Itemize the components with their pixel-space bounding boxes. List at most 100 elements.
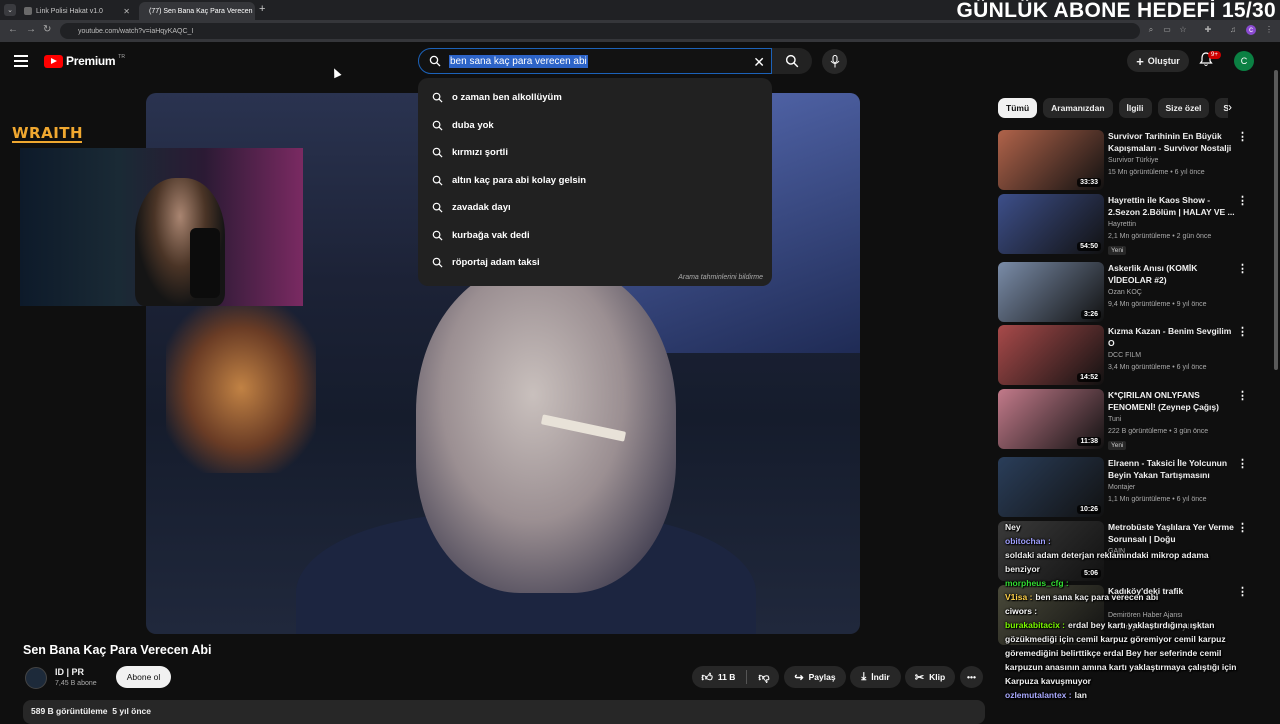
more-vertical-icon[interactable]: ⋮ xyxy=(1237,194,1248,207)
cast-icon[interactable]: ▭ xyxy=(1162,25,1172,35)
video-frame-face xyxy=(416,263,676,593)
recommendation-title[interactable]: K*ÇIRILAN ONLYFANS FENOMENİ! (Zeynep Çağ… xyxy=(1108,389,1236,413)
browser-tab-2[interactable]: (77) Sen Bana Kaç Para Verecen ✕ xyxy=(139,2,255,20)
suggestion-text: duba yok xyxy=(452,119,494,131)
suggestion-item[interactable]: röportaj adam taksi xyxy=(418,249,772,277)
chevron-right-icon[interactable]: › xyxy=(1228,100,1232,114)
recommendation-item[interactable]: 5:06 Metrobüste Yaşlılara Yer Verme Sorun… xyxy=(998,521,1258,581)
recommendation-title[interactable]: Kadıköy'deki trafik xyxy=(1108,585,1236,597)
back-icon[interactable]: ← xyxy=(8,24,18,35)
search-icon xyxy=(432,175,443,186)
recommendation-channel[interactable]: Survivor Türkiye xyxy=(1108,157,1158,164)
search-button[interactable] xyxy=(772,48,812,74)
avatar[interactable]: C xyxy=(1234,51,1254,71)
subscribe-button[interactable]: Abone ol xyxy=(116,666,171,688)
reload-icon[interactable]: ↻ xyxy=(43,24,51,35)
recommendation-item[interactable]: 14:52 Kızma Kazan - Benim Sevgilim O DCC F… xyxy=(998,325,1258,385)
suggestion-item[interactable]: zavadak dayı xyxy=(418,194,772,222)
kebab-menu-icon[interactable]: ⋮ xyxy=(1264,25,1274,35)
recommendation-channel[interactable]: Demirören Haber Ajansı xyxy=(1108,612,1183,619)
recommendation-item[interactable]: 33:33 Survivor Tarihinin En Büyük Kapışma… xyxy=(998,130,1258,190)
recommendation-title[interactable]: Survivor Tarihinin En Büyük Kapışmaları … xyxy=(1108,130,1236,154)
recommendation-item[interactable]: 3:26 Askerlik Anısı (KOMİK VİDEOLAR #2) Oz… xyxy=(998,262,1258,322)
like-button[interactable]: 👍︎ 11 B xyxy=(701,671,735,684)
chip-recent[interactable]: Son xyxy=(1215,98,1228,118)
video-thumbnail[interactable]: 11:38 xyxy=(998,389,1104,449)
bookmark-star-icon[interactable]: ☆ xyxy=(1178,25,1188,35)
more-vertical-icon[interactable]: ⋮ xyxy=(1237,521,1248,534)
channel-avatar[interactable] xyxy=(25,667,47,689)
video-thumbnail[interactable]: 10:26 xyxy=(998,457,1104,517)
recommendation-channel[interactable]: Hayrettin xyxy=(1108,221,1136,228)
create-button[interactable]: + Oluştur xyxy=(1127,50,1189,72)
recommendation-title[interactable]: Kızma Kazan - Benim Sevgilim O xyxy=(1108,325,1236,349)
chip-for-you[interactable]: Size özel xyxy=(1157,98,1210,118)
video-thumbnail[interactable]: 5:06 xyxy=(998,521,1104,581)
clip-button[interactable]: ✂ Klip xyxy=(905,666,955,688)
chip-from-search[interactable]: Aramanızdan xyxy=(1043,98,1113,118)
duration-badge: 3:26 xyxy=(1080,310,1101,319)
recommendation-item[interactable]: 54:50 Hayrettin ile Kaos Show - 2.Sezon 2… xyxy=(998,194,1258,255)
video-thumbnail[interactable] xyxy=(998,585,1104,645)
video-thumbnail[interactable]: 14:52 xyxy=(998,325,1104,385)
scrollbar-thumb[interactable] xyxy=(1274,70,1278,370)
recommendation-item[interactable]: 11:38 K*ÇIRILAN ONLYFANS FENOMENİ! (Zeyne… xyxy=(998,389,1258,450)
new-tab-button[interactable]: + xyxy=(259,3,265,15)
more-vertical-icon[interactable]: ⋮ xyxy=(1237,389,1248,402)
zoom-icon[interactable]: ⌕ xyxy=(1146,25,1156,35)
chip-all[interactable]: Tümü xyxy=(998,98,1038,118)
recommendation-channel[interactable]: Montajer xyxy=(1108,484,1135,491)
download-button[interactable]: ⤓ İndir xyxy=(850,666,901,688)
more-vertical-icon[interactable]: ⋮ xyxy=(1237,262,1248,275)
recommendation-title[interactable]: Metrobüste Yaşlılara Yer Verme Sorunsalı… xyxy=(1108,521,1236,545)
channel-name[interactable]: ID | PR xyxy=(55,667,84,677)
download-icon: ⤓ xyxy=(861,670,867,683)
extensions-icon[interactable]: ✚ xyxy=(1203,25,1213,35)
recommendation-channel[interactable]: Ozan KOÇ xyxy=(1108,289,1142,296)
profile-icon[interactable]: c xyxy=(1246,25,1256,35)
report-predictions-link[interactable]: Arama tahminlerini bildirme xyxy=(678,274,763,281)
suggestion-item[interactable]: altın kaç para abi kolay gelsin xyxy=(418,167,772,195)
suggestion-text: o zaman ben alkollüyüm xyxy=(452,92,562,104)
chip-related[interactable]: İlgili xyxy=(1118,98,1152,118)
more-vertical-icon[interactable]: ⋮ xyxy=(1237,325,1248,338)
search-icon xyxy=(432,230,443,241)
close-icon[interactable]: ✕ xyxy=(123,7,130,16)
video-thumbnail[interactable]: 54:50 xyxy=(998,194,1104,254)
suggestion-item[interactable]: o zaman ben alkollüyüm xyxy=(418,84,772,112)
more-vertical-icon[interactable]: ⋮ xyxy=(1237,585,1248,598)
more-vertical-icon[interactable]: ⋮ xyxy=(1237,130,1248,143)
thumbs-down-icon: 👎︎ xyxy=(758,671,770,684)
recommendation-title[interactable]: Askerlik Anısı (KOMİK VİDEOLAR #2) xyxy=(1108,262,1236,286)
search-input[interactable]: ben sana kaç para verecen abi ✕ xyxy=(418,48,772,74)
recommendation-item[interactable]: Kadıköy'deki trafik Demirören Haber Ajans… xyxy=(998,585,1258,645)
recommendation-meta: 222 B görüntüleme • 3 gün önce xyxy=(1108,428,1209,435)
video-thumbnail[interactable]: 3:26 xyxy=(998,262,1104,322)
suggestion-item[interactable]: kurbağa vak dedi xyxy=(418,222,772,250)
more-vertical-icon[interactable]: ⋮ xyxy=(1237,457,1248,470)
browser-tab-1[interactable]: Link Polisi Hakat v1.0 ✕ xyxy=(18,2,136,20)
voice-search-button[interactable] xyxy=(822,49,847,74)
hamburger-menu-icon[interactable] xyxy=(14,55,28,67)
media-icon[interactable]: ♫ xyxy=(1228,25,1238,35)
youtube-premium-logo[interactable]: Premium TR xyxy=(44,54,125,68)
recommendation-title[interactable]: Elraenn - Taksici İle Yolcunun Beyin Yak… xyxy=(1108,457,1236,481)
forward-icon[interactable]: → xyxy=(26,24,36,35)
suggestion-item[interactable]: kırmızı şortli xyxy=(418,139,772,167)
url-field[interactable]: youtube.com/watch?v=iaHqyKAQC_I xyxy=(60,23,1140,39)
dislike-button[interactable]: 👎︎ xyxy=(758,671,769,684)
description-box[interactable]: 589 B görüntüleme 5 yıl önce xyxy=(23,700,985,724)
search-icon xyxy=(432,120,443,131)
suggestion-item[interactable]: duba yok xyxy=(418,112,772,140)
share-button[interactable]: ↪ Paylaş xyxy=(784,666,846,688)
address-bar: ← → ↻ youtube.com/watch?v=iaHqyKAQC_I ⌕ … xyxy=(0,20,1280,42)
recommendation-channel[interactable]: Tuni xyxy=(1108,416,1121,423)
recommendation-item[interactable]: 10:26 Elraenn - Taksici İle Yolcunun Beyi… xyxy=(998,457,1258,517)
tab-search-button[interactable]: ⌄ xyxy=(4,4,16,16)
video-thumbnail[interactable]: 33:33 xyxy=(998,130,1104,190)
more-actions-button[interactable]: ••• xyxy=(960,666,983,688)
clear-search-icon[interactable]: ✕ xyxy=(753,54,765,71)
recommendation-title[interactable]: Hayrettin ile Kaos Show - 2.Sezon 2.Bölü… xyxy=(1108,194,1236,218)
recommendation-channel[interactable]: GAIN xyxy=(1108,548,1125,555)
recommendation-channel[interactable]: DCC FILM xyxy=(1108,352,1141,359)
